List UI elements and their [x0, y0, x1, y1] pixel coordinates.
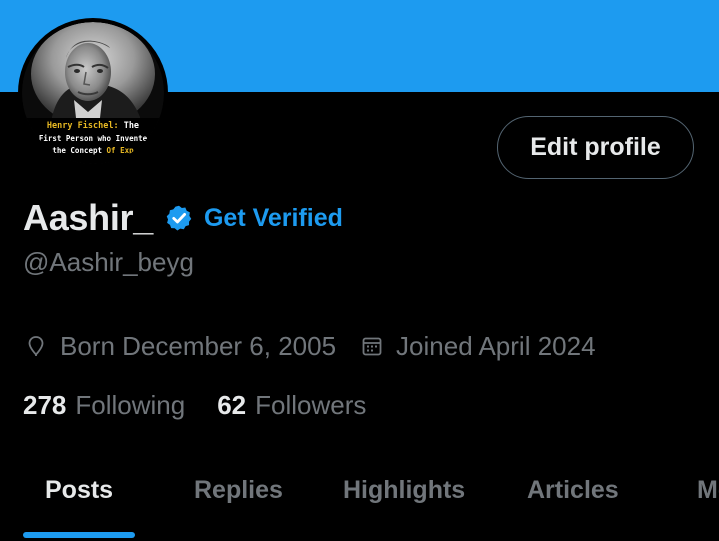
avatar-caption-line2: First Person who Invente — [38, 134, 148, 143]
tab-media[interactable]: Media — [697, 476, 719, 516]
avatar-caption-line1: Henry Fischel: The — [22, 121, 164, 132]
avatar[interactable]: Henry Fischel: The First Person who Inve… — [18, 18, 168, 168]
tab-articles[interactable]: Articles — [527, 476, 619, 516]
avatar-caption-name: Henry Fischel: — [46, 121, 119, 131]
tab-replies[interactable]: Replies — [194, 476, 283, 516]
location-pin-icon — [24, 334, 48, 358]
profile-meta: Born December 6, 2005 Joined April 2024 — [24, 328, 596, 364]
user-handle: @Aashir_beyg — [23, 247, 194, 277]
avatar-caption-highlight: Of Exp — [106, 146, 134, 155]
active-tab-indicator — [23, 532, 135, 538]
get-verified-link[interactable]: Get Verified — [204, 204, 343, 233]
follow-stats: 278 Following 62 Followers — [23, 387, 366, 423]
followers-link[interactable]: 62 Followers — [217, 390, 366, 421]
avatar-caption-the: The — [118, 121, 140, 131]
followers-label: Followers — [255, 389, 367, 420]
display-name: Aashir_ — [23, 197, 153, 238]
tab-highlights[interactable]: Highlights — [343, 476, 465, 516]
tab-posts[interactable]: Posts — [45, 476, 113, 516]
following-count: 278 — [23, 389, 67, 420]
name-row: Aashir_ Get Verified — [23, 196, 343, 240]
birth-date: Born December 6, 2005 — [24, 331, 336, 362]
avatar-caption-concept: the Concept — [52, 146, 107, 155]
birth-date-text: Born December 6, 2005 — [60, 330, 337, 361]
join-date: Joined April 2024 — [360, 330, 596, 362]
verified-badge-icon[interactable] — [165, 204, 193, 232]
avatar-image: Henry Fischel: The First Person who Inve… — [22, 22, 164, 164]
following-link[interactable]: 278 Following — [23, 390, 185, 421]
avatar-caption-line3: the Concept Of Exp — [22, 145, 164, 156]
join-date-text: Joined April 2024 — [396, 330, 596, 361]
followers-count: 62 — [217, 389, 247, 420]
profile-tabs: Posts Replies Highlights Articles Media — [0, 462, 719, 541]
following-label: Following — [75, 389, 186, 420]
edit-profile-button[interactable]: Edit profile — [497, 116, 694, 179]
calendar-icon — [360, 334, 384, 358]
profile-page: Henry Fischel: The First Person who Inve… — [0, 0, 719, 541]
